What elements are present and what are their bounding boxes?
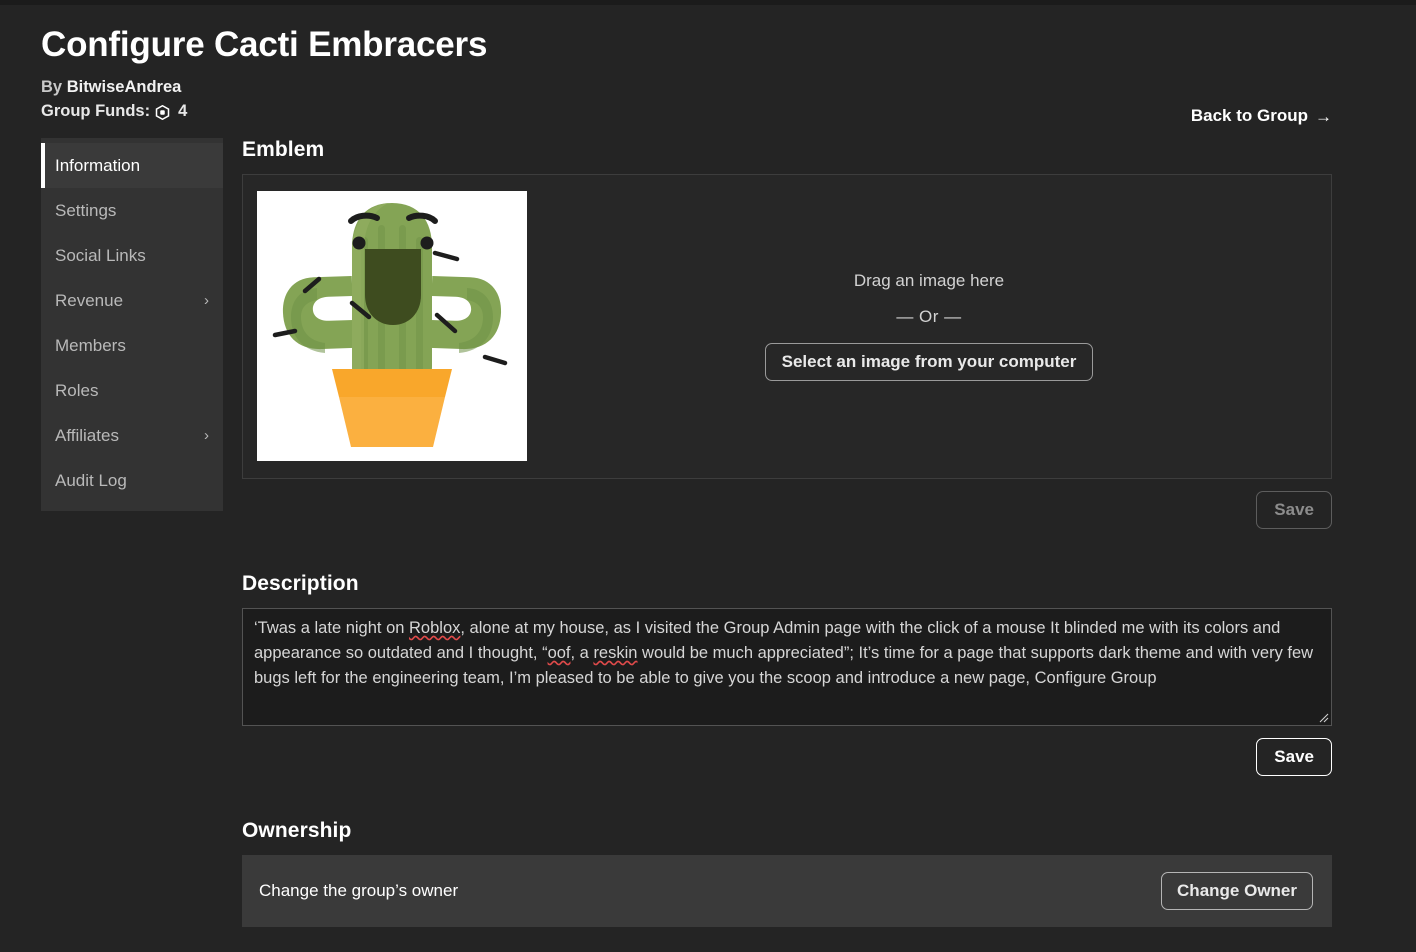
- back-to-group-label: Back to Group: [1190, 106, 1308, 125]
- chevron-right-icon: ›: [204, 291, 209, 309]
- emblem-save-button[interactable]: Save: [1256, 490, 1332, 529]
- emblem-section: Emblem Drag an image here — Or — Select …: [242, 138, 1332, 529]
- group-emblem-image[interactable]: [257, 191, 527, 462]
- drag-image-text: Drag an image here: [853, 270, 1005, 290]
- sidebar-item-social-links[interactable]: Social Links: [41, 233, 223, 278]
- change-owner-description: Change the group’s owner: [259, 880, 459, 900]
- or-separator-text: — Or —: [896, 306, 962, 326]
- sidebar-item-affiliates[interactable]: Affiliates ›: [41, 413, 223, 458]
- chevron-right-icon: ›: [204, 426, 209, 444]
- sidebar-item-label: Information: [55, 155, 141, 175]
- page-body: Information Settings Social Links Revenue › M…: [0, 137, 1416, 927]
- sidebar-item-label: Social Links: [55, 245, 146, 265]
- byline-prefix: By: [41, 78, 63, 97]
- back-to-group-link[interactable]: Back to Group →: [1191, 106, 1332, 126]
- ownership-section: Ownership Change the group’s owner Chang…: [242, 819, 1332, 927]
- main-content: Emblem Drag an image here — Or — Select …: [223, 138, 1332, 927]
- sidebar-item-label: Settings: [55, 200, 117, 220]
- description-save-button[interactable]: Save: [1256, 737, 1332, 776]
- description-textarea-wrapper: ‘Twas a late night on Roblox, alone at m…: [242, 607, 1332, 726]
- group-funds-label: Group Funds:: [41, 101, 151, 120]
- description-input[interactable]: [242, 607, 1332, 726]
- sidebar-item-label: Revenue: [55, 290, 124, 310]
- sidebar-item-label: Affiliates: [55, 425, 119, 445]
- sidebar-item-label: Members: [55, 335, 126, 355]
- arrow-right-icon: →: [1315, 106, 1332, 126]
- configure-sidebar: Information Settings Social Links Revenue › M…: [41, 137, 223, 511]
- group-funds-row: Group Funds: 4: [41, 100, 1332, 122]
- emblem-dropzone[interactable]: Drag an image here — Or — Select an imag…: [527, 272, 1331, 381]
- page-title: Configure Cacti Embracers: [41, 25, 488, 64]
- page-header: Configure Cacti Embracers By BitwiseAndr…: [0, 5, 1416, 125]
- select-image-button[interactable]: Select an image from your computer: [764, 342, 1094, 381]
- ownership-card: Change the group’s owner Change Owner: [242, 854, 1332, 927]
- sidebar-item-revenue[interactable]: Revenue ›: [41, 278, 223, 323]
- emblem-section-title: Emblem: [242, 137, 325, 161]
- sidebar-item-label: Audit Log: [55, 470, 127, 490]
- sidebar-item-settings[interactable]: Settings: [41, 188, 223, 233]
- description-section: Description ‘Twas a late night on Roblox…: [242, 572, 1332, 776]
- emblem-save-row: Save: [242, 490, 1332, 529]
- ownership-section-title: Ownership: [242, 818, 352, 842]
- group-author: BitwiseAndrea: [66, 78, 182, 97]
- sidebar-item-information[interactable]: Information: [41, 142, 223, 188]
- change-owner-button[interactable]: Change Owner: [1161, 871, 1313, 910]
- sidebar-item-audit-log[interactable]: Audit Log: [41, 458, 223, 503]
- group-funds-amount: 4: [178, 101, 188, 120]
- configure-group-page: Configure Cacti Embracers By BitwiseAndr…: [0, 0, 1416, 952]
- robux-icon: [155, 104, 170, 121]
- description-save-row: Save: [242, 737, 1332, 776]
- emblem-card: Drag an image here — Or — Select an imag…: [242, 173, 1332, 479]
- sidebar-item-roles[interactable]: Roles: [41, 368, 223, 413]
- sidebar-item-label: Roles: [55, 380, 99, 400]
- sidebar-item-members[interactable]: Members: [41, 323, 223, 368]
- byline: By BitwiseAndrea: [41, 76, 1332, 98]
- description-section-title: Description: [242, 571, 359, 595]
